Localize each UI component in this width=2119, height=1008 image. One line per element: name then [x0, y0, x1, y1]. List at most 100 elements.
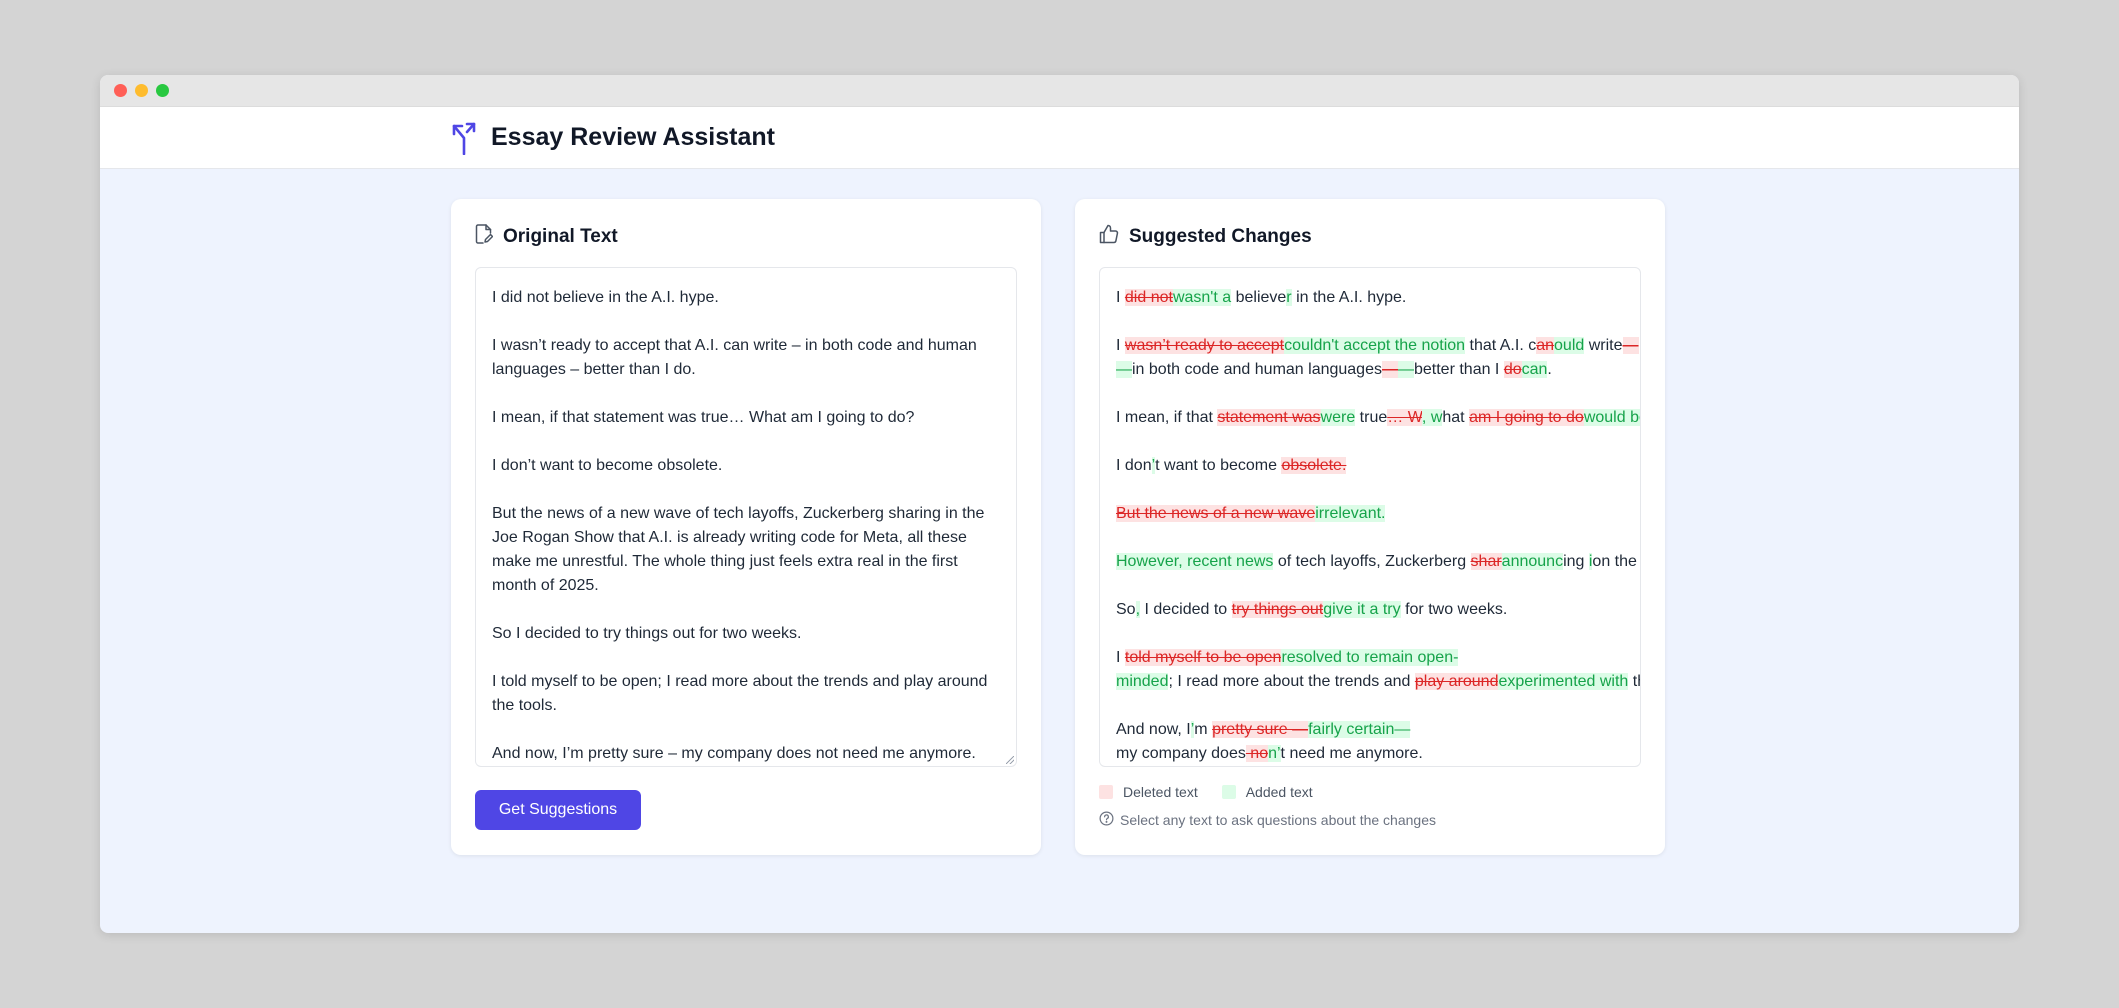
added-text: n’ [1268, 745, 1281, 762]
unchanged-text: my company does [1116, 745, 1246, 762]
unchanged-text: I [1116, 289, 1125, 306]
added-text: wasn't a [1172, 289, 1232, 306]
deleted-text: pretty sure — [1212, 721, 1309, 738]
unchanged-text: on the Joe Rogan [1592, 553, 1640, 570]
suggested-changes-diff[interactable]: I did notwasn't a believer in the A.I. h… [1099, 267, 1641, 767]
added-text: fairly certain— [1308, 721, 1411, 738]
deleted-text: no [1245, 745, 1269, 762]
deleted-text: play around [1414, 673, 1499, 690]
original-text-header: Original Text [475, 224, 618, 249]
app-window: Essay Review Assistant Original Text I d… [100, 75, 2019, 933]
original-paragraph: And now, I’m pretty sure – my company do… [492, 745, 976, 762]
deleted-text: obsolete. [1281, 457, 1347, 474]
unchanged-text: in both code and human languages [1132, 361, 1382, 378]
added-text: irrelevant. [1315, 505, 1386, 522]
unchanged-text: write [1584, 337, 1623, 354]
original-paragraph: I wasn’t ready to accept that A.I. can w… [492, 337, 977, 378]
unchanged-text: better than I [1413, 361, 1504, 378]
added-text: ould [1554, 337, 1585, 354]
deleted-text: statement was [1217, 409, 1321, 426]
deleted-text: do [1503, 361, 1522, 378]
legend-deleted-label: Deleted text [1123, 784, 1198, 800]
app-header: Essay Review Assistant [100, 107, 2019, 169]
unchanged-text: m [1194, 721, 1213, 738]
branch-split-icon [450, 121, 478, 155]
deleted-text: … W [1387, 409, 1422, 426]
help-circle-icon [1099, 811, 1114, 829]
added-text: give it a try [1323, 601, 1401, 618]
added-swatch [1221, 785, 1236, 799]
diff-paragraph: I don’t want to become obsolete. [1116, 454, 1624, 478]
unchanged-text: t need me anymore. [1280, 745, 1423, 762]
original-paragraph: But the news of a new wave of tech layof… [492, 505, 985, 594]
deleted-text: did not [1124, 289, 1173, 306]
suggested-changes-card: Suggested Changes I did notwasn't a beli… [1075, 199, 1665, 855]
close-window-button[interactable] [114, 84, 127, 97]
added-text: experimented with [1498, 673, 1629, 690]
added-text: — [1116, 361, 1132, 378]
unchanged-text: true [1355, 409, 1388, 426]
added-text: , w [1421, 409, 1443, 426]
added-text: were [1320, 409, 1356, 426]
deleted-text: wasn’t ready to accept [1124, 337, 1285, 354]
unchanged-text: I [1116, 337, 1125, 354]
suggested-changes-title: Suggested Changes [1129, 225, 1312, 247]
selection-hint-text: Select any text to ask questions about t… [1120, 812, 1436, 828]
deleted-text: an [1536, 337, 1555, 354]
unchanged-text: t want to become [1155, 457, 1282, 474]
unchanged-text: of tech layoffs, Zuckerberg [1273, 553, 1471, 570]
deleted-text: — [1381, 361, 1398, 378]
deleted-text: — [1622, 337, 1639, 354]
legend-added-label: Added text [1245, 784, 1313, 800]
original-text-title: Original Text [503, 225, 618, 247]
unchanged-text: in the A.I. hype. [1291, 289, 1407, 306]
unchanged-text: So [1116, 601, 1136, 618]
added-text: — [1397, 361, 1414, 378]
original-paragraph: I don’t want to become obsolete. [492, 457, 723, 474]
added-text: would be [1583, 409, 1640, 426]
deleted-text: am I going to do [1469, 409, 1584, 426]
added-text: However, recent news [1116, 553, 1274, 570]
unchanged-text: that A.I. c [1465, 337, 1537, 354]
added-text: couldn't accept the notion [1284, 337, 1466, 354]
deleted-text: But the news of a new wave [1116, 505, 1316, 522]
thumbs-up-icon [1099, 224, 1119, 249]
unchanged-text: I decided to [1140, 601, 1232, 618]
unchanged-text: And now, I [1116, 721, 1191, 738]
unchanged-text: I don [1116, 457, 1152, 474]
unchanged-text: for two weeks. [1400, 601, 1508, 618]
added-text: resolved to remain open- [1281, 649, 1459, 666]
unchanged-text: I [1116, 649, 1125, 666]
unchanged-text: I mean, if that [1116, 409, 1218, 426]
maximize-window-button[interactable] [156, 84, 169, 97]
diff-paragraph: I mean, if that statement waswere true… … [1116, 406, 1640, 430]
deleted-text: told myself to be open [1124, 649, 1282, 666]
original-text-card: Original Text I did not believe in the A… [451, 199, 1041, 855]
unchanged-text: . [1547, 361, 1552, 378]
original-paragraph: I told myself to be open; I read more ab… [492, 673, 988, 714]
suggested-changes-header: Suggested Changes [1099, 224, 1312, 249]
original-text-input[interactable]: I did not believe in the A.I. hype. I wa… [475, 267, 1017, 767]
diff-paragraph: And now, I’m pretty sure —fairly certain… [1116, 718, 1624, 766]
unchanged-text: believe [1231, 289, 1287, 306]
diff-paragraph: I did notwasn't a believer in the A.I. h… [1116, 286, 1624, 310]
window-titlebar [100, 75, 2019, 107]
deleted-text: try things out [1231, 601, 1324, 618]
diff-paragraph: But the news of a new waveirrelevant. [1116, 502, 1624, 526]
original-paragraph: So I decided to try things out for two w… [492, 625, 802, 642]
diff-paragraph: However, recent news of tech layoffs, Zu… [1116, 550, 1640, 574]
minimize-window-button[interactable] [135, 84, 148, 97]
diff-paragraph: I told myself to be openresolved to rema… [1116, 646, 1640, 694]
get-suggestions-button[interactable]: Get Suggestions [475, 790, 641, 830]
document-edit-icon [475, 224, 494, 249]
brand: Essay Review Assistant [450, 107, 775, 168]
diff-legend: Deleted text Added text [1099, 784, 1327, 800]
added-text: announc [1501, 553, 1564, 570]
unchanged-text: the tools. [1632, 673, 1640, 690]
unchanged-text: hat [1442, 409, 1470, 426]
resize-handle[interactable] [1006, 756, 1014, 764]
legend-deleted: Deleted text [1099, 784, 1198, 800]
selection-hint: Select any text to ask questions about t… [1099, 811, 1436, 829]
legend-added: Added text [1221, 784, 1313, 800]
deleted-text: shar [1470, 553, 1502, 570]
